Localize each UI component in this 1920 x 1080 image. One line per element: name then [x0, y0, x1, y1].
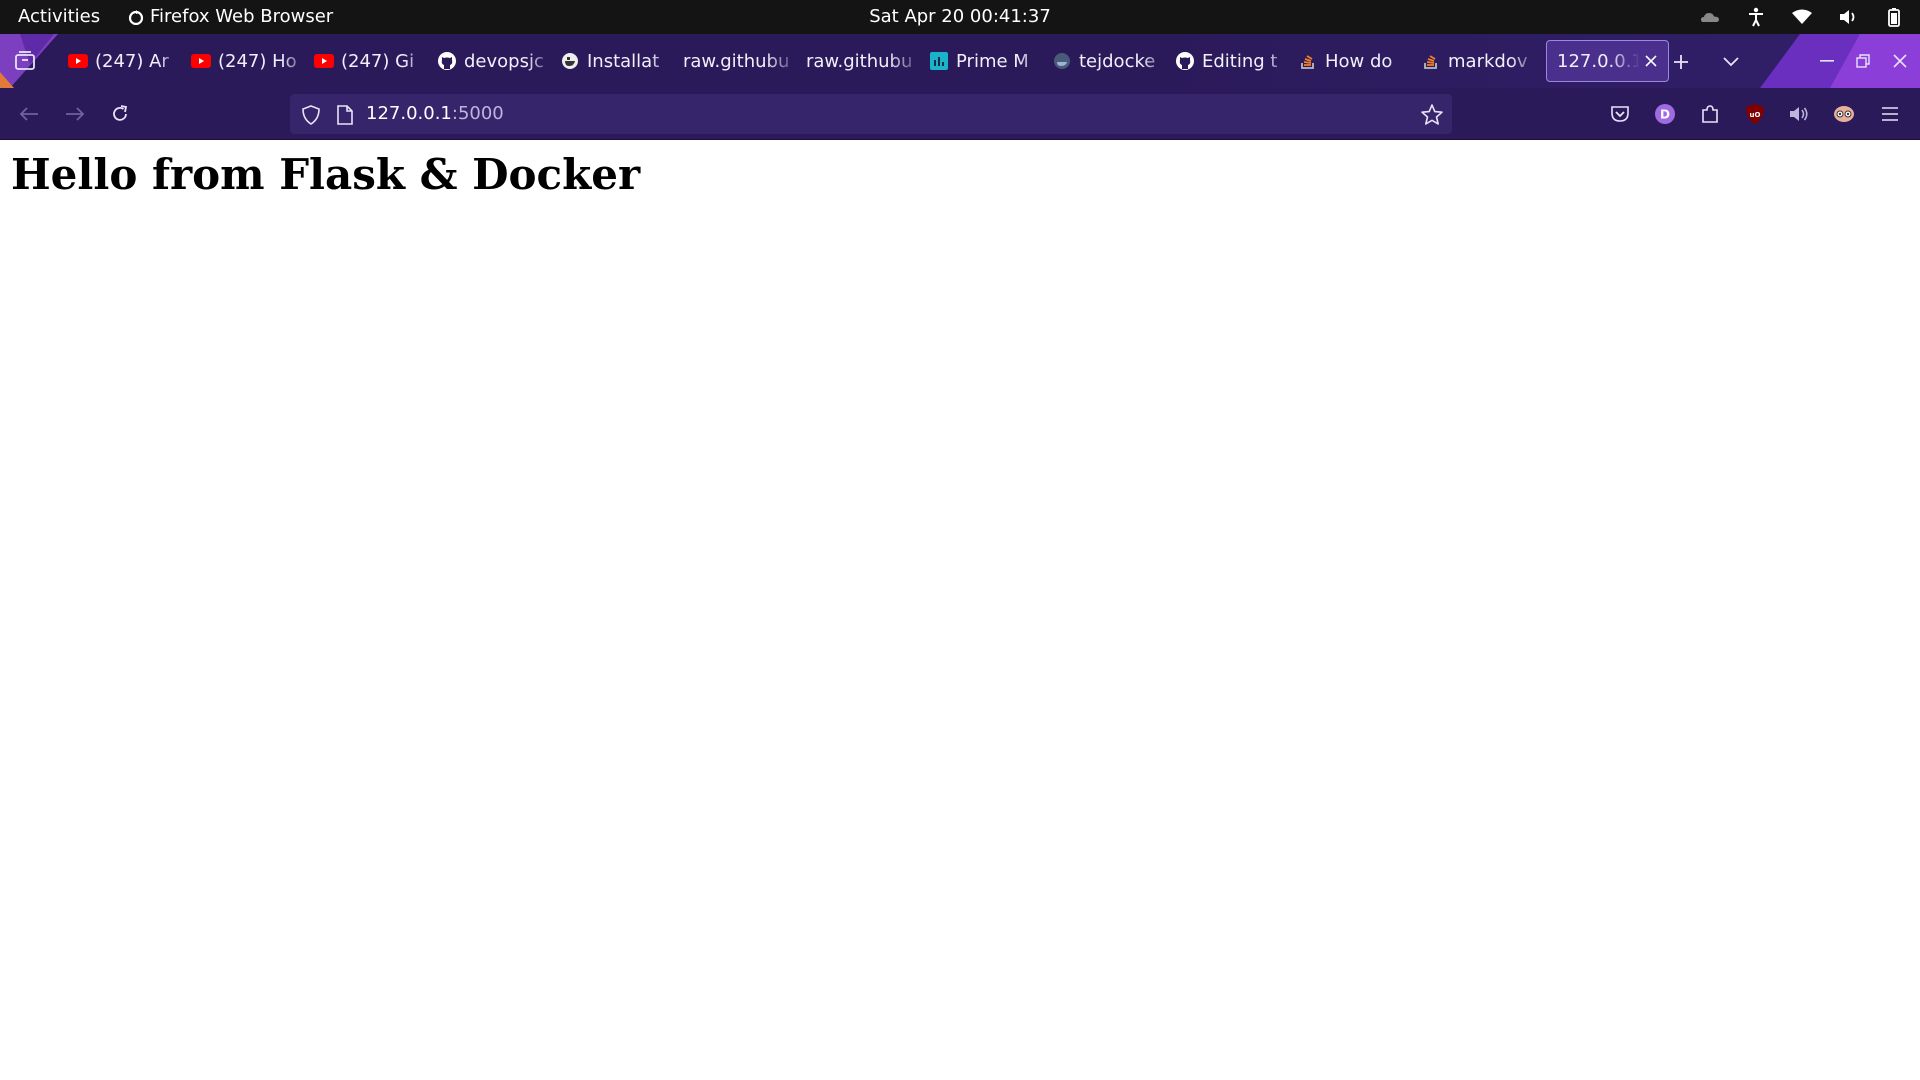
- bookmark-star-icon[interactable]: [1420, 103, 1444, 127]
- close-tab-icon[interactable]: [1640, 50, 1662, 72]
- ublock-origin-icon[interactable]: uO: [1741, 100, 1769, 128]
- tab-youtube-2[interactable]: (247) Ho: [185, 40, 308, 82]
- tab-label: Prime M: [956, 50, 1029, 72]
- tab-github-editing[interactable]: Editing t: [1169, 40, 1292, 82]
- tab-stackoverflow-1[interactable]: How do: [1292, 40, 1415, 82]
- tab-label: (247) Ar: [95, 50, 169, 72]
- svg-text:uO: uO: [1750, 111, 1761, 119]
- firefox-app-icon: [128, 9, 144, 25]
- tab-youtube-3[interactable]: (247) Gi: [308, 40, 431, 82]
- incognito-extension-icon[interactable]: [1830, 100, 1858, 128]
- tab-bar: (247) Ar (247) Ho (247) Gi devopsjc Inst…: [0, 34, 1920, 88]
- tab-active-localhost[interactable]: 127.0.0.1: [1546, 40, 1669, 82]
- extensions-puzzle-icon[interactable]: [1696, 100, 1724, 128]
- app-menu[interactable]: Firefox Web Browser: [128, 6, 333, 27]
- firefox-view-button[interactable]: [10, 46, 40, 76]
- docker-icon: [560, 51, 580, 71]
- activities-button[interactable]: Activities: [18, 6, 100, 27]
- battery-icon[interactable]: [1882, 5, 1906, 29]
- accessibility-icon[interactable]: [1744, 5, 1768, 29]
- tab-label: raw.githubu: [806, 50, 913, 72]
- github-icon: [437, 51, 457, 71]
- volume-icon[interactable]: [1836, 5, 1860, 29]
- address-bar[interactable]: 127.0.0.1:5000: [290, 94, 1452, 134]
- wifi-icon[interactable]: [1790, 5, 1814, 29]
- docker-icon: [1052, 51, 1072, 71]
- youtube-icon: [68, 51, 88, 71]
- minimize-icon[interactable]: [1812, 46, 1842, 76]
- svg-text:D: D: [1660, 108, 1670, 122]
- url-port: :5000: [451, 103, 504, 124]
- tab-label: tejdocke: [1079, 50, 1156, 72]
- pocket-icon[interactable]: [1606, 100, 1634, 128]
- tab-label: (247) Gi: [341, 50, 415, 72]
- tab-docker-install[interactable]: Installat: [554, 40, 677, 82]
- tab-label: raw.githubu: [683, 50, 790, 72]
- restore-icon[interactable]: [1848, 46, 1878, 76]
- tab-label: How do: [1325, 50, 1393, 72]
- speaker-icon[interactable]: [1785, 100, 1813, 128]
- tab-github-1[interactable]: devopsjc: [431, 40, 554, 82]
- tab-strip: (247) Ar (247) Ho (247) Gi devopsjc Inst…: [62, 40, 1669, 82]
- github-icon: [1175, 51, 1195, 71]
- tab-raw-github-2[interactable]: raw.githubu: [800, 40, 923, 82]
- tab-label: devopsjc: [464, 50, 544, 72]
- account-avatar-icon[interactable]: D: [1651, 100, 1679, 128]
- tab-label: Installat: [587, 50, 660, 72]
- web-page-content: Hello from Flask & Docker: [0, 141, 1920, 1080]
- forward-arrow-icon[interactable]: [60, 99, 90, 129]
- new-tab-button[interactable]: [1666, 47, 1696, 77]
- system-tray[interactable]: [1698, 5, 1906, 29]
- tab-docker-hub[interactable]: tejdocke: [1046, 40, 1169, 82]
- page-info-icon[interactable]: [336, 104, 356, 126]
- prime-icon: [929, 51, 949, 71]
- tab-label: Editing t: [1202, 50, 1278, 72]
- page-heading: Hello from Flask & Docker: [11, 150, 641, 199]
- cloud-icon[interactable]: [1698, 5, 1722, 29]
- close-window-icon[interactable]: [1885, 46, 1915, 76]
- tab-youtube-1[interactable]: (247) Ar: [62, 40, 185, 82]
- youtube-icon: [191, 51, 211, 71]
- tab-label: 127.0.0.1: [1557, 50, 1640, 72]
- hamburger-menu-icon[interactable]: [1876, 100, 1904, 128]
- tab-label: (247) Ho: [218, 50, 297, 72]
- reload-icon[interactable]: [105, 99, 135, 129]
- youtube-icon: [314, 51, 334, 71]
- back-arrow-icon[interactable]: [14, 99, 44, 129]
- url-host: 127.0.0.1: [366, 103, 452, 124]
- tab-stackoverflow-2[interactable]: markdov: [1415, 40, 1538, 82]
- clock-label[interactable]: Sat Apr 20 00:41:37: [869, 6, 1051, 27]
- stackoverflow-icon: [1298, 51, 1318, 71]
- tab-label: markdov: [1448, 50, 1528, 72]
- tab-raw-github-1[interactable]: raw.githubu: [677, 40, 800, 82]
- app-name: Firefox Web Browser: [150, 6, 334, 27]
- tracking-protection-shield-icon[interactable]: [300, 104, 322, 126]
- navigation-toolbar: 127.0.0.1:5000 D uO: [0, 88, 1920, 140]
- list-all-tabs-button[interactable]: [1716, 47, 1746, 77]
- url-text[interactable]: 127.0.0.1:5000: [366, 103, 504, 124]
- system-top-bar: Activities Firefox Web Browser Sat Apr 2…: [0, 0, 1920, 34]
- stackoverflow-icon: [1421, 51, 1441, 71]
- tab-prime[interactable]: Prime M: [923, 40, 1046, 82]
